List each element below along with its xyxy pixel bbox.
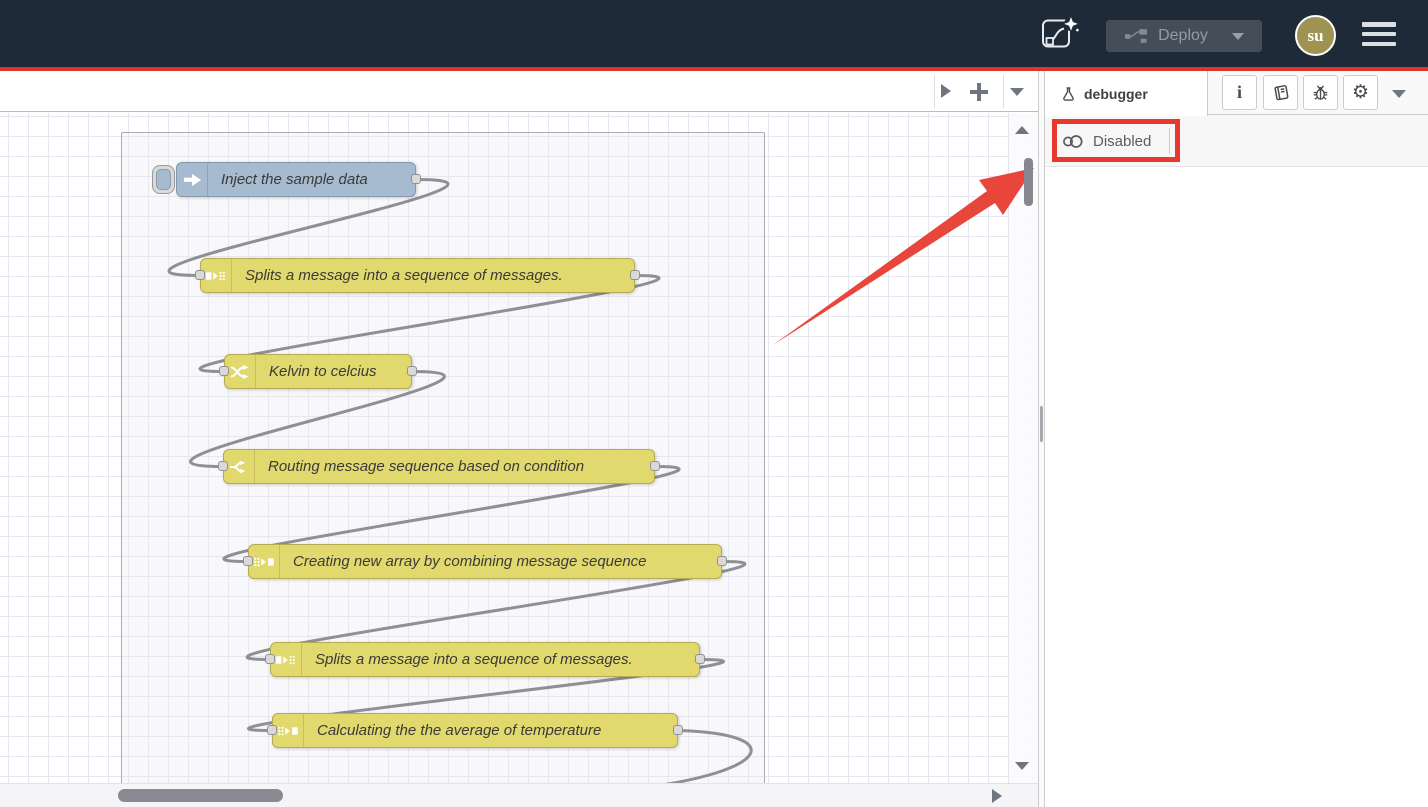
- node-output-port[interactable]: [673, 725, 683, 735]
- node-label: Splits a message into a sequence of mess…: [302, 651, 646, 668]
- flow-workspace: Inject the sample data Splits a message …: [0, 71, 1038, 807]
- chevron-down-icon[interactable]: [1232, 33, 1244, 40]
- disabled-toggle-label: Disabled: [1093, 133, 1151, 150]
- wire-layer: [0, 113, 1038, 783]
- settings-tab-button[interactable]: ⚙: [1343, 75, 1378, 110]
- node-input-port[interactable]: [195, 270, 205, 280]
- sidebar-tab-label: debugger: [1084, 86, 1148, 102]
- scroll-up-button[interactable]: [1015, 126, 1029, 134]
- header-bar: Deploy su: [0, 0, 1428, 67]
- debug-disabled-toggle[interactable]: Disabled: [1062, 127, 1151, 155]
- node-output-port[interactable]: [695, 654, 705, 664]
- node-label: Kelvin to celcius: [256, 363, 390, 380]
- tab-scroll-right-button[interactable]: [941, 84, 951, 98]
- inject-trigger-button[interactable]: [152, 165, 175, 194]
- flow-list-button[interactable]: [1010, 88, 1024, 96]
- node-input-port[interactable]: [218, 461, 228, 471]
- node-label: Routing message sequence based on condit…: [255, 458, 597, 475]
- node-join[interactable]: Calculating the the average of temperatu…: [272, 713, 678, 748]
- node-split[interactable]: Splits a message into a sequence of mess…: [200, 258, 635, 293]
- sidebar-tab-debugger[interactable]: debugger: [1045, 71, 1208, 116]
- info-icon: i: [1237, 82, 1242, 103]
- deploy-label: Deploy: [1158, 27, 1208, 45]
- tabbar-separator: [934, 75, 935, 108]
- hamburger-icon: [1362, 22, 1396, 27]
- sidebar: debugger i: [1045, 71, 1428, 807]
- inject-arrow-icon: [177, 163, 208, 196]
- join-icon: [249, 545, 280, 578]
- resize-grip: [1040, 406, 1043, 442]
- node-label: Inject the sample data: [208, 171, 381, 188]
- node-red-editor: Deploy su: [0, 0, 1428, 807]
- node-split[interactable]: Splits a message into a sequence of mess…: [270, 642, 700, 677]
- bug-icon: [1312, 84, 1329, 102]
- node-input-port[interactable]: [219, 366, 229, 376]
- horizontal-scroll-thumb[interactable]: [118, 789, 283, 802]
- toolbar-divider: [1169, 128, 1170, 154]
- debug-messages-panel: [1045, 167, 1428, 807]
- info-tab-button[interactable]: i: [1222, 75, 1257, 110]
- deploy-nodes-icon: [1124, 27, 1148, 45]
- node-label: Calculating the the average of temperatu…: [304, 722, 614, 739]
- node-switch[interactable]: Routing message sequence based on condit…: [223, 449, 655, 484]
- tabbar-separator: [1003, 75, 1004, 108]
- node-output-port[interactable]: [407, 366, 417, 376]
- deploy-button[interactable]: Deploy: [1106, 20, 1262, 52]
- debug-toolbar: Disabled: [1045, 115, 1428, 167]
- node-output-port[interactable]: [717, 556, 727, 566]
- sidebar-resize-handle[interactable]: [1038, 71, 1045, 807]
- flask-icon: [1061, 86, 1076, 102]
- flow-tabbar: [0, 71, 1038, 112]
- node-input-port[interactable]: [243, 556, 253, 566]
- ai-flow-icon: [1041, 15, 1079, 52]
- fork-icon: [224, 450, 255, 483]
- node-join[interactable]: Creating new array by combining message …: [248, 544, 722, 579]
- node-output-port[interactable]: [630, 270, 640, 280]
- avatar-initials: su: [1307, 26, 1323, 46]
- node-inject[interactable]: Inject the sample data: [176, 162, 416, 197]
- gear-icon: ⚙: [1352, 83, 1369, 102]
- vertical-scroll-thumb[interactable]: [1024, 158, 1033, 206]
- node-label: Splits a message into a sequence of mess…: [232, 267, 576, 284]
- add-flow-button[interactable]: [970, 83, 988, 101]
- node-output-port[interactable]: [411, 174, 421, 184]
- sidebar-header: debugger i: [1045, 71, 1428, 115]
- vertical-scroll-gutter: [1008, 113, 1038, 783]
- node-input-port[interactable]: [267, 725, 277, 735]
- split-icon: [271, 643, 302, 676]
- user-avatar[interactable]: su: [1295, 15, 1336, 56]
- scroll-right-button[interactable]: [992, 789, 1002, 803]
- toggle-off-icon: [1062, 133, 1085, 150]
- main-menu-button[interactable]: [1362, 22, 1396, 46]
- swap-arrows-icon: [225, 355, 256, 388]
- flow-canvas[interactable]: Inject the sample data Splits a message …: [0, 113, 1038, 783]
- node-change[interactable]: Kelvin to celcius: [224, 354, 412, 389]
- book-icon: [1272, 84, 1290, 102]
- horizontal-scrollbar[interactable]: [0, 783, 1038, 807]
- node-label: Creating new array by combining message …: [280, 553, 660, 570]
- join-icon: [273, 714, 304, 747]
- split-icon: [201, 259, 232, 292]
- docs-tab-button[interactable]: [1263, 75, 1298, 110]
- hamburger-icon: [1362, 32, 1396, 37]
- hamburger-icon: [1362, 42, 1396, 47]
- node-output-port[interactable]: [650, 461, 660, 471]
- scroll-down-button[interactable]: [1015, 762, 1029, 770]
- ai-assistant-button[interactable]: [1041, 15, 1079, 53]
- node-input-port[interactable]: [265, 654, 275, 664]
- debug-tab-button[interactable]: [1303, 75, 1338, 110]
- sidebar-menu-chevron-icon[interactable]: [1392, 90, 1406, 98]
